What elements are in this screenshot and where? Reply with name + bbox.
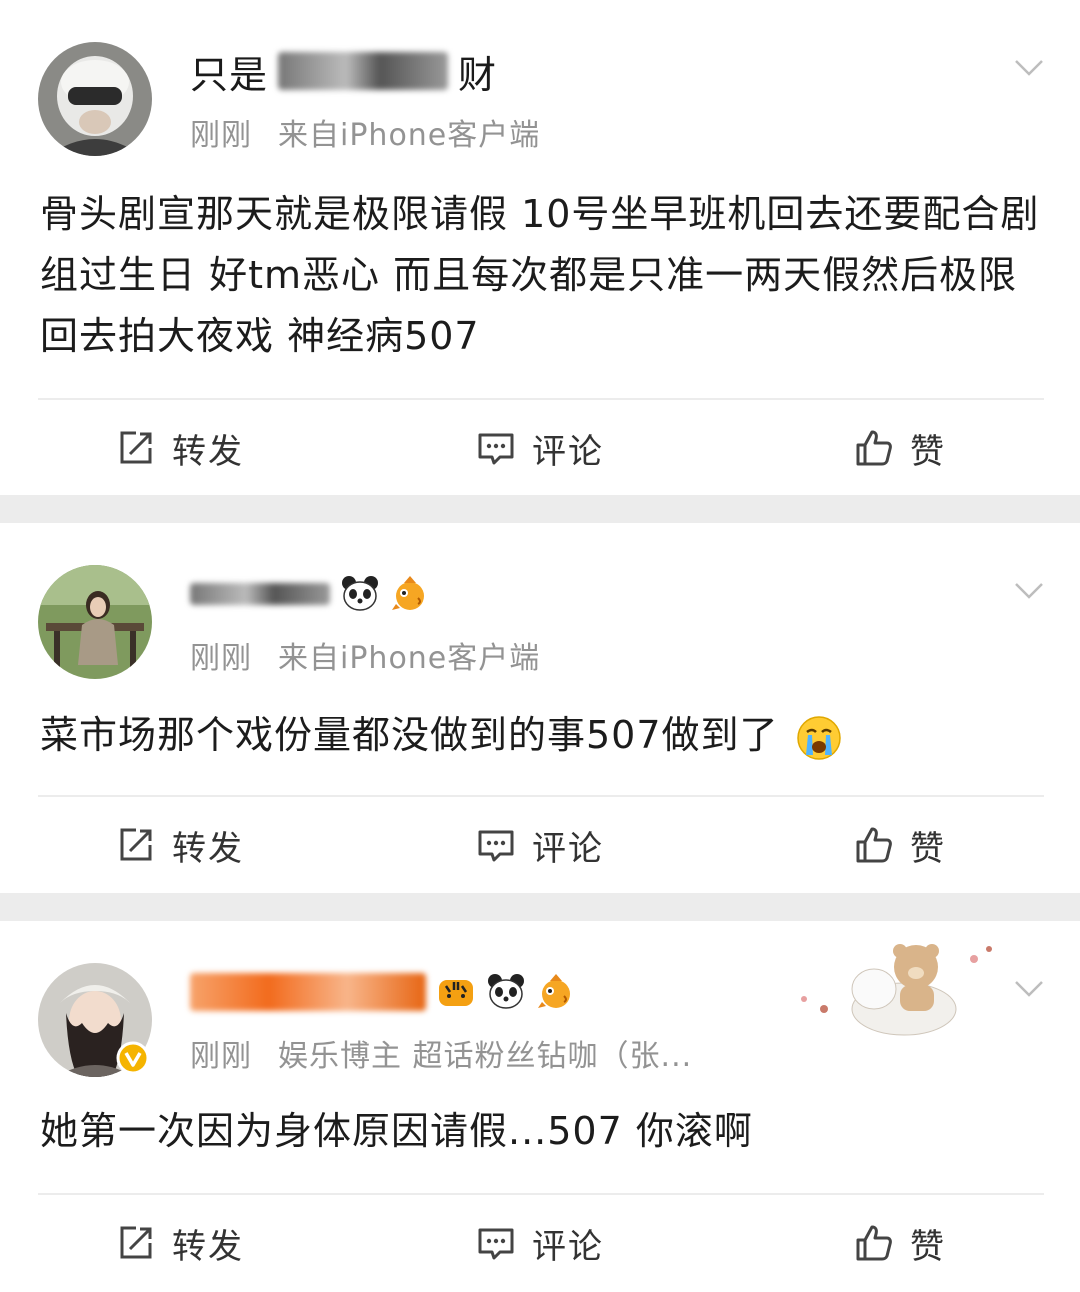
action-bar: 转发 评论 赞	[0, 1195, 1080, 1291]
username[interactable]	[190, 571, 430, 617]
post-time: 刚刚	[190, 118, 252, 153]
post-source: 来自iPhone客户端	[278, 118, 541, 153]
action-bar: 转发 评论 赞	[0, 400, 1080, 496]
repost-icon	[116, 1223, 156, 1263]
chevron-down-icon[interactable]	[1014, 979, 1044, 999]
like-button[interactable]: 赞	[720, 400, 1080, 496]
post-meta: 刚刚 来自iPhone客户端	[190, 633, 540, 677]
post-source: 来自iPhone客户端	[278, 641, 541, 676]
repost-button[interactable]: 转发	[0, 400, 360, 496]
repost-icon	[116, 825, 156, 865]
post-source: 娱乐博主 超话粉丝钻咖（张...	[278, 1039, 693, 1074]
repost-button[interactable]: 转发	[0, 1195, 360, 1291]
chevron-down-icon[interactable]	[1014, 58, 1044, 78]
avatar[interactable]	[38, 565, 152, 679]
panda-icon	[486, 972, 526, 1012]
crying-emoji	[796, 715, 841, 760]
comment-icon	[476, 1223, 516, 1263]
post-meta: 刚刚 娱乐博主 超话粉丝钻咖（张...	[190, 1031, 692, 1075]
post-card[interactable]: 只是 财 刚刚 来自iPhone客户端 骨头剧宣那天就是极限请假 10号坐早班机回…	[0, 0, 1080, 495]
post-card[interactable]: 刚刚 来自iPhone客户端 菜市场那个戏份量都没做到的事507做到了 转发 评论	[0, 523, 1080, 893]
username[interactable]	[190, 969, 576, 1015]
repost-icon	[116, 428, 156, 468]
comment-button[interactable]: 评论	[360, 1195, 720, 1291]
post-time: 刚刚	[190, 1039, 252, 1074]
username-redaction	[190, 973, 426, 1011]
tiger-icon	[439, 980, 473, 1006]
comment-button[interactable]: 评论	[360, 400, 720, 496]
post-text: 菜市场那个戏份量都没做到的事507做到了	[40, 705, 1044, 766]
comment-icon	[476, 825, 516, 865]
like-icon	[854, 428, 894, 468]
like-button[interactable]: 赞	[720, 1195, 1080, 1291]
like-button[interactable]: 赞	[720, 797, 1080, 893]
username-redaction	[190, 583, 330, 605]
username[interactable]: 只是 财	[190, 48, 497, 97]
fish-icon	[390, 574, 430, 614]
post-text: 她第一次因为身体原因请假...507 你滚啊	[40, 1109, 753, 1153]
panda-icon	[340, 574, 380, 614]
post-text: 骨头剧宣那天就是极限请假 10号坐早班机回去还要配合剧组过生日 好tm恶心 而且…	[40, 192, 1040, 358]
like-icon	[854, 1223, 894, 1263]
post-meta: 刚刚 来自iPhone客户端	[190, 110, 540, 154]
feed: 只是 财 刚刚 来自iPhone客户端 骨头剧宣那天就是极限请假 10号坐早班机回…	[0, 0, 1080, 1292]
like-icon	[854, 825, 894, 865]
card-decoration	[801, 944, 992, 1036]
verified-icon	[116, 1041, 150, 1075]
chevron-down-icon[interactable]	[1014, 581, 1044, 601]
action-bar: 转发 评论 赞	[0, 797, 1080, 893]
username-redaction	[278, 52, 449, 90]
comment-icon	[476, 428, 516, 468]
comment-button[interactable]: 评论	[360, 797, 720, 893]
fish-icon	[536, 972, 576, 1012]
post-time: 刚刚	[190, 641, 252, 676]
repost-button[interactable]: 转发	[0, 797, 360, 893]
avatar[interactable]	[38, 42, 152, 156]
post-card[interactable]: 刚刚 娱乐博主 超话粉丝钻咖（张... 她第一次因为身体原因请假...507 你滚…	[0, 921, 1080, 1292]
